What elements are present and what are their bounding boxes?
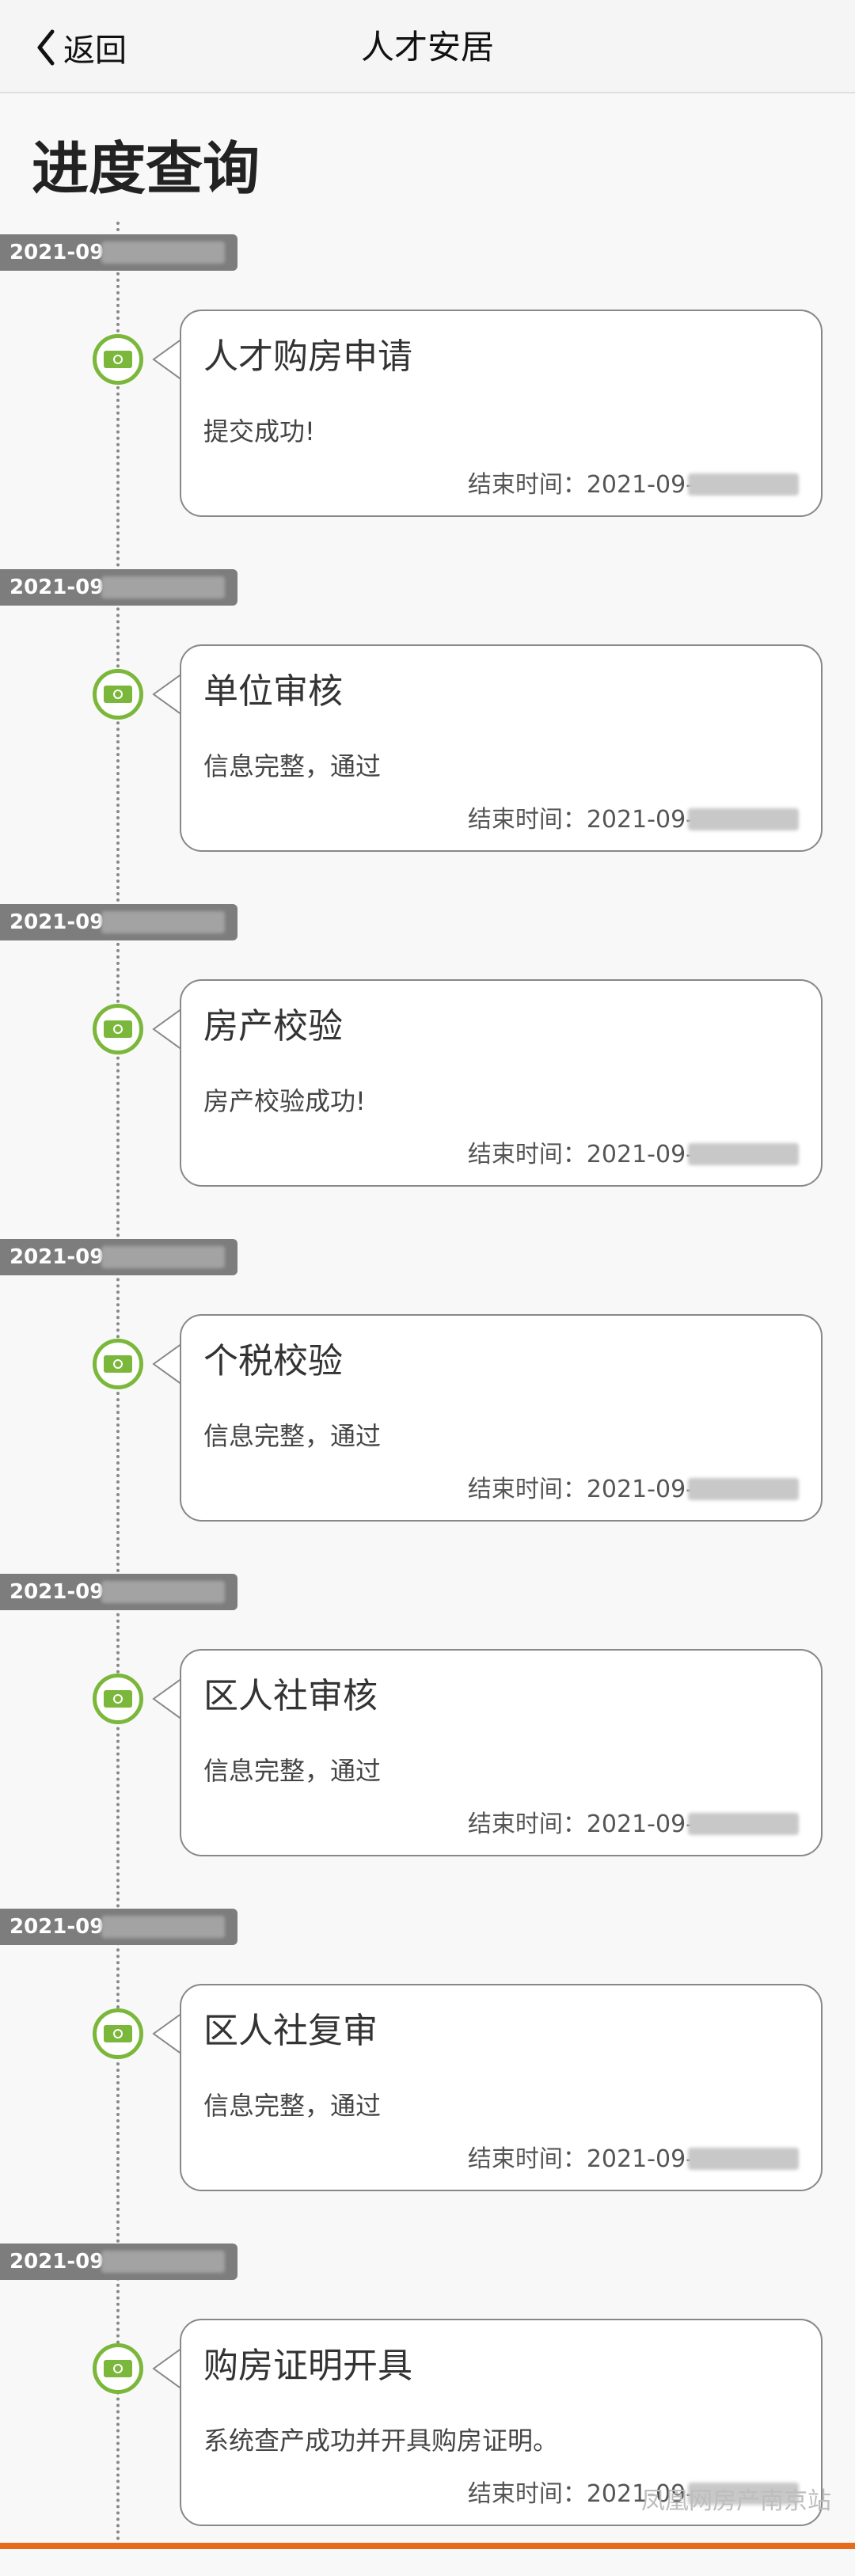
money-icon-glyph [104, 1690, 132, 1708]
date-badge: 2021-09- [0, 1239, 238, 1275]
money-icon-glyph [104, 2360, 132, 2377]
card-pointer [150, 2346, 182, 2391]
step-message: 房产校验成功! [203, 1084, 366, 1119]
end-time: 结束时间：2021-09- [468, 2144, 694, 2175]
date-badge: 2021-09- [0, 1574, 238, 1610]
date-badge: 2021-09- [0, 904, 238, 940]
nav-title: 人才安居 [0, 24, 855, 71]
date-text: 2021-09- [10, 241, 112, 264]
money-icon-glyph [104, 2025, 132, 2042]
step-message: 信息完整，通过 [203, 1419, 381, 1453]
nav-bar: 返回 人才安居 [0, 0, 855, 93]
end-time: 结束时间：2021-09- [468, 804, 694, 836]
step-message: 提交成功! [203, 414, 315, 449]
timeline-entry: 2021-09- 区人社审核 信息完整，通过 结束时间：2021-09- [0, 1574, 855, 1906]
redacted-time [688, 2148, 799, 2170]
redacted-date [101, 1916, 225, 1938]
money-icon [93, 1674, 143, 1724]
page-title: 进度查询 [32, 133, 260, 204]
redacted-time [688, 1478, 799, 1500]
timeline-entry: 2021-09- 单位审核 信息完整，通过 结束时间：2021-09- [0, 569, 855, 902]
redacted-date [101, 576, 225, 598]
redacted-date [101, 911, 225, 933]
step-title: 区人社复审 [203, 2008, 378, 2055]
date-text: 2021-09- [10, 1915, 112, 1939]
money-icon-glyph [104, 1020, 132, 1038]
timeline-entry: 2021-09- 人才购房申请 提交成功! 结束时间：2021-09- [0, 234, 855, 567]
timeline-entry: 2021-09- 房产校验 房产校验成功! 结束时间：2021-09- [0, 904, 855, 1237]
money-icon [93, 2343, 143, 2394]
date-text: 2021-09- [10, 1245, 112, 1269]
date-text: 2021-09- [10, 576, 112, 599]
money-icon-glyph [104, 1355, 132, 1373]
money-icon-glyph [104, 686, 132, 703]
timeline-entry: 2021-09- 购房证明开具 系统查产成功并开具购房证明。 结束时间：2021… [0, 2244, 855, 2576]
date-badge: 2021-09- [0, 1909, 238, 1945]
date-badge: 2021-09- [0, 569, 238, 606]
end-time: 结束时间：2021-09- [468, 1474, 694, 1506]
step-title: 个税校验 [203, 1338, 343, 1385]
money-icon [93, 2008, 143, 2059]
card-pointer [150, 1007, 182, 1051]
progress-card[interactable]: 单位审核 信息完整，通过 结束时间：2021-09- [180, 644, 823, 852]
money-icon [93, 669, 143, 720]
bottom-bar [0, 2543, 855, 2549]
card-pointer [150, 1342, 182, 1386]
card-pointer [150, 1677, 182, 1721]
date-text: 2021-09- [10, 1580, 112, 1604]
redacted-date [101, 1246, 225, 1268]
money-icon [93, 1339, 143, 1389]
redacted-time [688, 808, 799, 830]
step-title: 人才购房申请 [203, 333, 412, 381]
progress-card[interactable]: 个税校验 信息完整，通过 结束时间：2021-09- [180, 1314, 823, 1522]
redacted-time [688, 1813, 799, 1835]
redacted-date [101, 2251, 225, 2273]
step-title: 单位审核 [203, 668, 343, 716]
step-message: 信息完整，通过 [203, 749, 381, 784]
money-icon [93, 334, 143, 385]
step-message: 系统查产成功并开具购房证明。 [203, 2423, 558, 2458]
money-icon [93, 1004, 143, 1054]
timeline-entry: 2021-09- 个税校验 信息完整，通过 结束时间：2021-09- [0, 1239, 855, 1571]
redacted-date [101, 241, 225, 264]
date-text: 2021-09- [10, 2250, 112, 2274]
money-icon-glyph [104, 351, 132, 368]
step-title: 购房证明开具 [203, 2342, 412, 2390]
timeline-entry: 2021-09- 区人社复审 信息完整，通过 结束时间：2021-09- [0, 1909, 855, 2241]
progress-card[interactable]: 区人社复审 信息完整，通过 结束时间：2021-09- [180, 1984, 823, 2191]
progress-card[interactable]: 区人社审核 信息完整，通过 结束时间：2021-09- [180, 1649, 823, 1856]
date-badge: 2021-09- [0, 234, 238, 271]
watermark: 凤凰网房产南京站 [641, 2486, 831, 2517]
step-message: 信息完整，通过 [203, 2088, 381, 2123]
step-message: 信息完整，通过 [203, 1753, 381, 1788]
redacted-date [101, 1581, 225, 1603]
redacted-time [688, 473, 799, 496]
date-badge: 2021-09- [0, 2244, 238, 2280]
end-time: 结束时间：2021-09- [468, 1809, 694, 1841]
card-pointer [150, 2012, 182, 2056]
end-time: 结束时间：2021-09- [468, 469, 694, 501]
card-pointer [150, 337, 182, 382]
date-text: 2021-09- [10, 910, 112, 934]
card-pointer [150, 672, 182, 716]
redacted-time [688, 1143, 799, 1165]
progress-card[interactable]: 房产校验 房产校验成功! 结束时间：2021-09- [180, 979, 823, 1187]
step-title: 房产校验 [203, 1003, 343, 1051]
end-time: 结束时间：2021-09- [468, 1139, 694, 1171]
step-title: 区人社审核 [203, 1673, 378, 1720]
progress-card[interactable]: 人才购房申请 提交成功! 结束时间：2021-09- [180, 310, 823, 517]
